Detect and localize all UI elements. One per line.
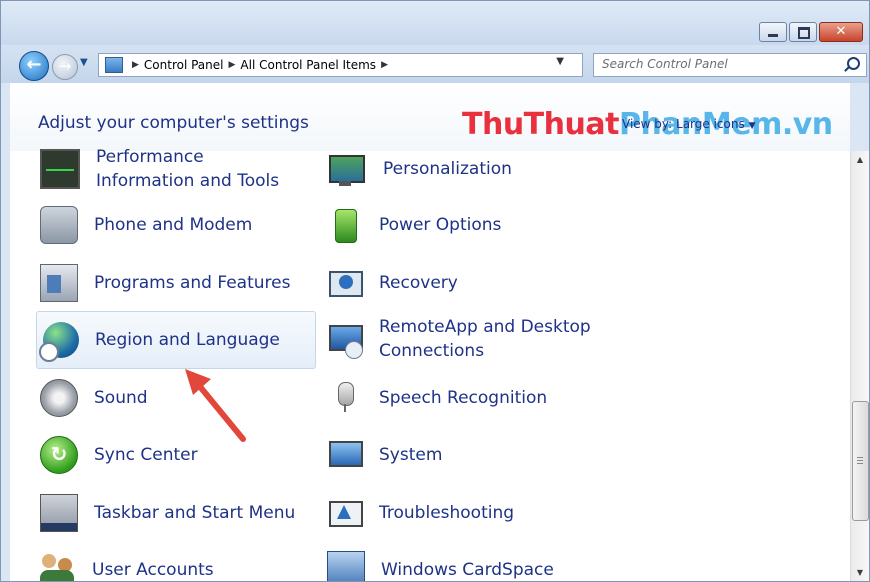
item-windows-cardspace[interactable]: Windows CardSpace (327, 542, 554, 581)
content-area: Adjust your computer's settings ThuThuat… (10, 83, 850, 581)
item-remoteapp[interactable]: RemoteApp and Desktop Connections (327, 311, 599, 367)
item-label: Recovery (379, 273, 458, 293)
breadcrumb-chevron-icon[interactable]: ▶ (132, 60, 139, 70)
cardspace-icon (327, 551, 365, 581)
item-system[interactable]: System (327, 427, 442, 483)
back-button[interactable] (19, 51, 49, 81)
view-by-label: View by: (622, 117, 673, 131)
chevron-down-icon[interactable]: ▼ (749, 121, 756, 131)
control-panel-window: ✕ ▼ ▶ Control Panel ▶ All Control Panel … (0, 0, 870, 582)
maximize-button[interactable] (789, 22, 817, 42)
item-label: Programs and Features (94, 273, 291, 293)
item-region-language[interactable]: Region and Language (36, 311, 316, 369)
item-sound[interactable]: Sound (40, 370, 148, 426)
programs-icon (40, 264, 78, 302)
item-performance[interactable]: Performance Information and Tools (40, 141, 306, 197)
speaker-icon (40, 379, 78, 417)
address-dropdown-icon[interactable]: ▼ (556, 56, 564, 67)
item-label: RemoteApp and Desktop Connections (379, 317, 591, 361)
item-label: System (379, 445, 443, 465)
item-label: Performance Information and Tools (96, 147, 280, 191)
search-input[interactable] (602, 56, 837, 72)
search-box[interactable] (593, 53, 867, 77)
forward-button[interactable] (52, 54, 78, 80)
item-power-options[interactable]: Power Options (327, 197, 501, 253)
users-icon (40, 552, 76, 581)
item-label: Troubleshooting (379, 503, 515, 523)
item-taskbar-start[interactable]: Taskbar and Start Menu (40, 485, 295, 541)
system-icon (327, 437, 363, 473)
item-personalization[interactable]: Personalization (327, 141, 512, 197)
control-panel-icon (105, 57, 123, 73)
navigation-bar: ▼ ▶ Control Panel ▶ All Control Panel It… (1, 45, 869, 83)
item-user-accounts[interactable]: User Accounts (40, 542, 214, 581)
search-icon[interactable] (847, 57, 860, 70)
performance-icon (40, 149, 80, 189)
item-label: Personalization (383, 159, 512, 179)
page-title: Adjust your computer's settings (38, 113, 309, 133)
item-phone-modem[interactable]: Phone and Modem (40, 197, 252, 253)
recent-pages-dropdown[interactable]: ▼ (80, 57, 88, 68)
vertical-scrollbar[interactable]: ▲ ▼ (850, 151, 869, 581)
control-panel-items: Performance Information and Tools Phone … (10, 147, 850, 581)
view-by-control[interactable]: View by: Large icons ▼ (622, 117, 755, 131)
breadcrumb-chevron-icon[interactable]: ▶ (381, 60, 388, 70)
watermark-part-1: ThuThuat (462, 107, 619, 142)
address-bar[interactable]: ▶ Control Panel ▶ All Control Panel Item… (98, 53, 676, 77)
item-label: Power Options (379, 215, 502, 235)
sync-icon (40, 436, 78, 474)
remote-desktop-icon (327, 321, 363, 359)
item-label: Speech Recognition (379, 388, 548, 408)
phone-modem-icon (40, 206, 78, 244)
item-label: Taskbar and Start Menu (94, 503, 296, 523)
minimize-icon (768, 34, 778, 37)
breadcrumb-chevron-icon[interactable]: ▶ (229, 60, 236, 70)
item-label: Phone and Modem (94, 215, 253, 235)
minimize-button[interactable] (759, 22, 787, 42)
item-troubleshooting[interactable]: Troubleshooting (327, 485, 514, 541)
view-by-value[interactable]: Large icons (676, 117, 745, 131)
item-label: Region and Language (95, 330, 280, 350)
grip-icon (857, 457, 863, 464)
battery-icon (327, 207, 363, 243)
scroll-down-icon[interactable]: ▼ (851, 564, 869, 581)
troubleshoot-icon (327, 495, 363, 531)
scroll-up-icon[interactable]: ▲ (851, 151, 869, 168)
taskbar-icon (40, 494, 78, 532)
close-button[interactable]: ✕ (819, 22, 863, 42)
breadcrumb-all-items[interactable]: All Control Panel Items (240, 58, 376, 72)
annotation-arrow-icon (185, 369, 246, 442)
recovery-icon (327, 265, 363, 301)
item-speech-recognition[interactable]: Speech Recognition (327, 370, 547, 426)
item-programs-features[interactable]: Programs and Features (40, 255, 290, 311)
item-label: Sound (94, 388, 148, 408)
microphone-icon (327, 380, 363, 416)
personalization-icon (327, 151, 367, 187)
breadcrumb-control-panel[interactable]: Control Panel (144, 58, 224, 72)
item-label: User Accounts (92, 560, 214, 580)
item-label: Windows CardSpace (381, 560, 554, 580)
window-controls: ✕ (757, 22, 863, 42)
globe-clock-icon (39, 322, 79, 362)
scrollbar-thumb[interactable] (852, 401, 869, 521)
item-sync-center[interactable]: Sync Center (40, 427, 198, 483)
title-bar: ✕ (1, 1, 869, 45)
maximize-icon (798, 27, 810, 39)
close-icon: ✕ (835, 24, 847, 39)
item-recovery[interactable]: Recovery (327, 255, 458, 311)
